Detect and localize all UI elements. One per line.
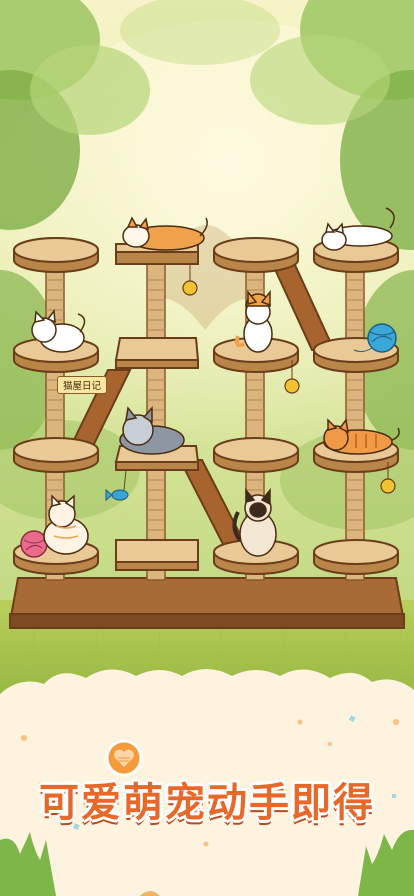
slogan-text: 可爱萌宠动手即得 — [39, 780, 375, 826]
cat-tree-base — [8, 577, 406, 629]
game-scene: 猫屋日记 可爱萌宠动手即得 — [0, 0, 414, 896]
cat-house-sign[interactable]: 猫屋日记 — [57, 376, 107, 394]
